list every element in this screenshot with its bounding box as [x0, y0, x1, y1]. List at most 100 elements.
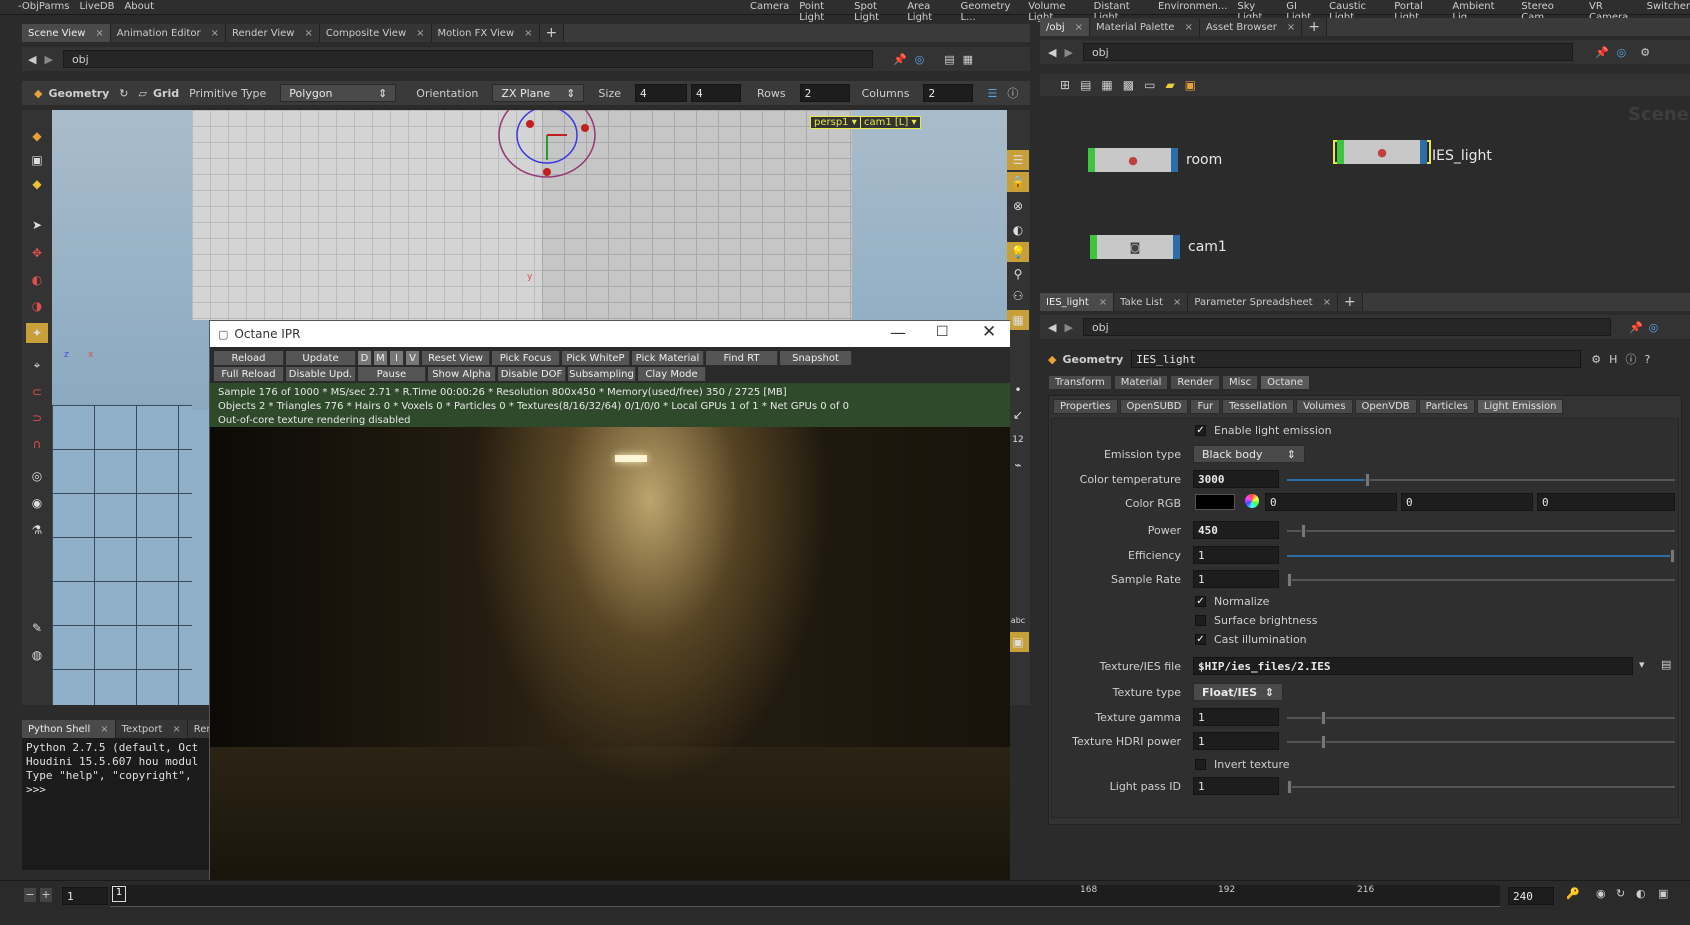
snap-icon[interactable]: ⌖: [26, 355, 48, 375]
network-canvas[interactable]: Scene ● room ● IES_light ◙ cam1: [1040, 100, 1690, 280]
pose-icon[interactable]: ✦: [26, 323, 48, 343]
tab-render-view[interactable]: Render View ×: [225, 24, 320, 42]
tab-render[interactable]: Rend: [187, 720, 209, 738]
shading-icon[interactable]: ◐: [1007, 220, 1029, 240]
close-icon[interactable]: ×: [1287, 22, 1295, 33]
color-g-field[interactable]: 0: [1401, 493, 1533, 511]
key-icon[interactable]: 🔑: [1566, 887, 1580, 900]
minimize-icon[interactable]: —: [890, 323, 906, 342]
point-display-icon[interactable]: •: [1007, 380, 1029, 400]
rotate-icon[interactable]: ◐: [26, 270, 48, 290]
display-mode-icon[interactable]: ☰: [1007, 150, 1029, 170]
close-icon[interactable]: ×: [1323, 297, 1331, 308]
find-rt-button[interactable]: Find RT: [706, 351, 778, 365]
invert-texture-checkbox[interactable]: [1195, 759, 1206, 770]
palette-icon[interactable]: ▣: [1185, 78, 1196, 92]
python-shell-output[interactable]: Python 2.7.5 (default, Oct Houdini 15.5.…: [22, 738, 209, 870]
hide-icon[interactable]: ⊗: [1007, 196, 1029, 216]
emission-type-select[interactable]: Black body ⇕: [1193, 445, 1305, 463]
forward-arrow-icon[interactable]: ▶: [1064, 321, 1072, 334]
back-arrow-icon[interactable]: ◀: [1048, 321, 1056, 334]
normals-icon[interactable]: ↙: [1007, 405, 1029, 425]
close-icon[interactable]: ×: [1173, 297, 1181, 308]
shelf-spot-light[interactable]: Spot Light: [854, 1, 897, 23]
grid-view-icon[interactable]: ▩: [1123, 78, 1134, 92]
size-y-field[interactable]: 4: [691, 84, 741, 102]
add-tab-icon[interactable]: +: [1302, 18, 1328, 36]
current-frame-field[interactable]: 1: [62, 887, 108, 905]
subsampling-button[interactable]: Subsampling: [568, 367, 636, 381]
forward-arrow-icon[interactable]: ▶: [1064, 46, 1072, 59]
timeline-ruler[interactable]: 1 168 192 216: [110, 885, 1500, 907]
tab-material-palette[interactable]: Material Palette ×: [1090, 18, 1200, 36]
update-button[interactable]: Update: [286, 351, 356, 365]
add-tab-icon[interactable]: +: [539, 24, 565, 42]
tree-view-icon[interactable]: ⊞: [1060, 78, 1070, 92]
color-r-field[interactable]: 0: [1265, 493, 1397, 511]
help-icon[interactable]: ?: [1644, 353, 1650, 366]
light-link-icon[interactable]: ⚲: [1007, 264, 1029, 284]
tab-ies-light[interactable]: IES_light ×: [1040, 293, 1115, 311]
clay-mode-button[interactable]: Clay Mode: [638, 367, 706, 381]
help-h-icon[interactable]: H: [1609, 353, 1617, 366]
lock-camera-icon[interactable]: 🔒: [1007, 172, 1029, 192]
persp-camera-menu[interactable]: persp1 ▾: [810, 116, 861, 129]
camera-icon[interactable]: ◎: [26, 466, 48, 486]
color-wheel-icon[interactable]: [1245, 494, 1259, 508]
shelf-area-light[interactable]: Area Light: [907, 1, 950, 23]
list-view-icon[interactable]: ▤: [1080, 78, 1091, 92]
handle-icon[interactable]: ◆: [26, 174, 48, 194]
render-region-icon[interactable]: ◉: [26, 493, 48, 513]
end-frame-field[interactable]: 240: [1508, 887, 1554, 905]
sample-rate-field[interactable]: 1: [1193, 570, 1279, 588]
surface-brightness-checkbox[interactable]: [1195, 615, 1206, 626]
tool-settings-icon[interactable]: ☰: [987, 87, 997, 100]
tab-python-shell[interactable]: Python Shell ×: [22, 720, 116, 738]
color-temperature-slider[interactable]: [1287, 473, 1675, 487]
close-icon[interactable]: ×: [304, 28, 312, 39]
magnet-icon[interactable]: ∩: [26, 434, 48, 454]
node-name-field[interactable]: IES_light: [1131, 350, 1582, 368]
cast-illumination-checkbox[interactable]: ✓: [1195, 634, 1206, 645]
close-icon[interactable]: ✕: [982, 322, 996, 342]
params-path-field[interactable]: obj: [1082, 318, 1611, 336]
tab-material[interactable]: Material: [1113, 375, 1169, 390]
thumbnail-view-icon[interactable]: ▦: [1101, 78, 1112, 92]
close-icon[interactable]: ×: [524, 28, 532, 39]
back-arrow-icon[interactable]: ◀: [1048, 46, 1056, 59]
shelf-camera[interactable]: Camera: [750, 1, 789, 23]
file-dropdown-icon[interactable]: ▾: [1639, 658, 1645, 671]
color-b-field[interactable]: 0: [1537, 493, 1675, 511]
view-icon[interactable]: ▣: [26, 150, 48, 170]
help-icon[interactable]: ⓘ: [1007, 85, 1018, 101]
view-layout-icon[interactable]: ▦: [963, 53, 973, 66]
tab-asset-browser[interactable]: Asset Browser ×: [1199, 18, 1303, 36]
link-icon[interactable]: ◎: [915, 53, 925, 66]
texture-hdri-field[interactable]: 1: [1193, 732, 1279, 750]
power-slider[interactable]: [1287, 524, 1675, 538]
pin-icon[interactable]: 📌: [1629, 321, 1643, 334]
sticky-note-icon[interactable]: ▰: [1165, 78, 1174, 92]
subtab-fur[interactable]: Fur: [1190, 399, 1221, 414]
background-image-icon[interactable]: ▣: [1007, 632, 1029, 652]
tab-animation-editor[interactable]: Animation Editor ×: [110, 24, 226, 42]
tab-obj-network[interactable]: /obj ×: [1040, 18, 1091, 36]
light-pass-slider[interactable]: [1287, 780, 1675, 794]
tab-scene-view[interactable]: Scene View ×: [22, 24, 111, 42]
close-icon[interactable]: ×: [1099, 297, 1107, 308]
pick-whitepoint-button[interactable]: Pick WhiteP: [562, 351, 630, 365]
link-icon[interactable]: ◎: [1649, 321, 1659, 334]
ipr-render-image[interactable]: [210, 427, 1010, 890]
file-browse-icon[interactable]: ▤: [1661, 658, 1671, 671]
lighting-icon[interactable]: ◍: [26, 645, 48, 665]
cam-display-menu[interactable]: cam1 [L] ▾: [860, 116, 921, 129]
node-ies-light[interactable]: ●: [1333, 140, 1431, 164]
sample-rate-slider[interactable]: [1287, 573, 1675, 587]
pause-button[interactable]: Pause: [358, 367, 426, 381]
subtab-opensubd[interactable]: OpenSUBD: [1119, 399, 1189, 414]
loop-icon[interactable]: ↻: [1616, 887, 1625, 900]
pick-material-button[interactable]: Pick Material: [632, 351, 704, 365]
global-anim-icon[interactable]: ▣: [1658, 887, 1668, 900]
subtab-properties[interactable]: Properties: [1053, 399, 1118, 414]
enable-light-emission-checkbox[interactable]: ✓: [1195, 425, 1206, 436]
